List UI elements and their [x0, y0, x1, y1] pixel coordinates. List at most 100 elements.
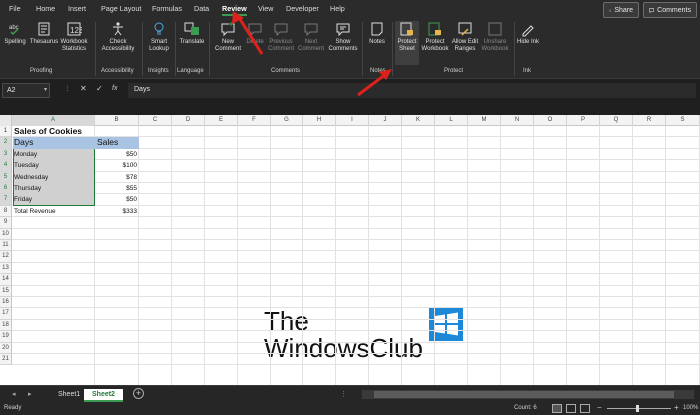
protect-sheet-button[interactable]: Protect Sheet [395, 21, 419, 65]
row-header[interactable]: 21 [0, 354, 12, 366]
day-cell[interactable]: Wednesday [12, 172, 94, 183]
workbook-statistics-button[interactable]: 123 Workbook Statistics [59, 21, 89, 53]
row-header[interactable]: 11 [0, 240, 12, 252]
select-all-corner[interactable] [0, 115, 12, 126]
row-header[interactable]: 3 [0, 148, 12, 161]
day-cell[interactable]: Tuesday [12, 160, 94, 171]
formula-input[interactable]: Days [128, 83, 696, 98]
scroll-left-icon[interactable]: ◂ [12, 390, 16, 398]
zoom-slider-thumb[interactable] [636, 405, 639, 412]
row-header[interactable]: 15 [0, 285, 12, 297]
tab-developer[interactable]: Developer [286, 4, 319, 13]
row-header[interactable]: 17 [0, 308, 12, 320]
smart-lookup-button[interactable]: Smart Lookup [145, 21, 173, 53]
column-header[interactable]: H [303, 115, 336, 126]
sales-cell[interactable]: $55 [95, 183, 139, 194]
row-header[interactable]: 6 [0, 183, 12, 195]
protect-workbook-button[interactable]: Protect Workbook [420, 21, 450, 53]
row-header[interactable]: 10 [0, 228, 12, 240]
row-header[interactable]: 18 [0, 319, 12, 332]
tab-view[interactable]: View [258, 4, 273, 13]
sales-cell[interactable]: $100 [95, 160, 139, 171]
column-header[interactable]: L [435, 115, 468, 126]
column-header[interactable]: E [205, 115, 238, 126]
tab-help[interactable]: Help [330, 4, 345, 13]
column-header[interactable]: Q [600, 115, 633, 126]
normal-view-icon[interactable] [552, 404, 562, 413]
horizontal-scrollbar[interactable] [362, 390, 694, 399]
row-header[interactable]: 20 [0, 342, 12, 354]
row-header[interactable]: 9 [0, 217, 12, 229]
zoom-out-icon[interactable]: − [597, 403, 602, 412]
title-cell[interactable]: Sales of Cookies [12, 126, 102, 137]
scroll-right-icon[interactable]: ▸ [28, 390, 32, 398]
share-button[interactable]: Share [603, 2, 639, 18]
tab-home[interactable]: Home [36, 4, 55, 13]
row-header[interactable]: 13 [0, 262, 12, 275]
day-cell[interactable]: Monday [12, 149, 94, 160]
show-comments-button[interactable]: Show Comments [327, 21, 359, 53]
column-header[interactable]: I [336, 115, 369, 126]
column-header[interactable]: B [95, 115, 139, 126]
hide-ink-button[interactable]: Hide Ink [517, 21, 539, 46]
tab-data[interactable]: Data [194, 4, 209, 13]
tab-insert[interactable]: Insert [68, 4, 86, 13]
add-sheet-icon[interactable]: + [133, 388, 144, 399]
sheet-tab-sheet1[interactable]: Sheet1 [50, 389, 88, 402]
column-header[interactable]: S [666, 115, 700, 126]
total-value-cell[interactable]: $333 [95, 206, 139, 217]
header-days-cell[interactable]: Days [12, 137, 94, 148]
column-header[interactable]: J [369, 115, 402, 126]
translate-button[interactable]: Translate [178, 21, 206, 46]
row-header[interactable]: 4 [0, 160, 12, 172]
notes-button[interactable]: Notes [365, 21, 389, 46]
column-header[interactable]: M [468, 115, 501, 126]
comments-button[interactable]: Comments [643, 2, 697, 18]
column-header[interactable]: P [567, 115, 600, 126]
zoom-slider[interactable] [607, 405, 671, 412]
column-header[interactable]: F [238, 115, 271, 126]
row-header[interactable]: 12 [0, 251, 12, 263]
next-comment-button[interactable]: Next Comment [297, 21, 325, 53]
row-header[interactable]: 5 [0, 171, 12, 183]
column-header[interactable]: A [12, 115, 95, 126]
tab-split-handle[interactable]: ⋮ [340, 390, 347, 398]
row-header[interactable]: 2 [0, 137, 12, 149]
thesaurus-button[interactable]: Thesaurus [29, 21, 59, 46]
zoom-level[interactable]: 100% [683, 405, 698, 411]
page-layout-view-icon[interactable] [566, 404, 576, 413]
column-header[interactable]: K [402, 115, 435, 126]
row-header[interactable]: 1 [0, 126, 12, 138]
tab-formulas[interactable]: Formulas [152, 4, 182, 13]
unshare-workbook-button[interactable]: Unshare Workbook [480, 21, 510, 53]
row-header[interactable]: 8 [0, 205, 12, 218]
new-comment-button[interactable]: New Comment [212, 21, 244, 53]
day-cell[interactable]: Thursday [12, 183, 94, 194]
total-label-cell[interactable]: Total Revenue [12, 206, 94, 217]
insert-function-icon[interactable]: fx [112, 85, 117, 92]
enter-icon[interactable]: ✓ [96, 84, 103, 93]
delete-comment-button[interactable]: Delete [244, 21, 266, 46]
spelling-button[interactable]: abc Spelling [4, 21, 26, 46]
allow-edit-ranges-button[interactable]: Allow Edit Ranges [451, 21, 479, 53]
tab-file[interactable]: File [9, 4, 21, 13]
scrollbar-thumb[interactable] [374, 391, 674, 398]
page-break-view-icon[interactable] [580, 404, 590, 413]
row-header[interactable]: 7 [0, 194, 12, 206]
tab-page-layout[interactable]: Page Layout [101, 4, 141, 13]
name-box[interactable]: A2 [2, 83, 50, 98]
previous-comment-button[interactable]: Previous Comment [266, 21, 296, 53]
check-accessibility-button[interactable]: Check Accessibility [98, 21, 138, 53]
cancel-icon[interactable]: ✕ [80, 84, 87, 93]
column-header[interactable]: C [139, 115, 172, 126]
column-header[interactable]: D [172, 115, 205, 126]
sheet-tab-sheet2[interactable]: Sheet2 [84, 389, 123, 402]
name-box-dropdown-icon[interactable]: ▾ [44, 86, 47, 93]
row-header[interactable]: 14 [0, 274, 12, 286]
row-header[interactable]: 19 [0, 331, 12, 343]
day-cell[interactable]: Friday [12, 194, 94, 205]
sales-cell[interactable]: $50 [95, 194, 139, 205]
sales-cell[interactable]: $50 [95, 149, 139, 160]
tab-review[interactable]: Review [222, 4, 247, 16]
row-header[interactable]: 16 [0, 297, 12, 309]
